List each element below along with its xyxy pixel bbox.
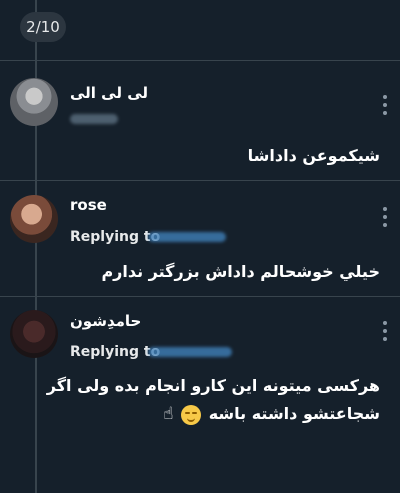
- divider: [0, 180, 400, 181]
- tweet-text-line: خيلي خوشحالم داداش بزرگتر ندارم: [101, 262, 380, 281]
- divider: [0, 296, 400, 297]
- more-options-icon[interactable]: [382, 95, 388, 115]
- author-handle[interactable]: [70, 114, 118, 124]
- pointing-up-icon: ☝: [163, 404, 174, 424]
- tweet-text-line: هرکسی میتونه این کارو انجام بده ولی اگر: [46, 376, 380, 395]
- media-counter: 2/10: [20, 12, 66, 42]
- avatar[interactable]: [10, 310, 58, 358]
- tweet-text: خيلي خوشحالم داداش بزرگتر ندارم: [101, 258, 380, 286]
- tweet-text: هرکسی میتونه این کارو انجام بده ولی اگر …: [47, 372, 380, 428]
- author-name[interactable]: حامدِشون: [70, 312, 141, 330]
- avatar[interactable]: [10, 195, 58, 243]
- replying-to-label: Replying to: [70, 229, 161, 245]
- relieved-face-icon: [181, 404, 202, 425]
- author-name[interactable]: لی لی الی: [70, 84, 148, 102]
- replying-to-handle[interactable]: [148, 347, 232, 357]
- tweet-text: شیکموعن داداشا: [248, 142, 380, 170]
- avatar[interactable]: [10, 78, 58, 126]
- author-name[interactable]: rose: [70, 196, 107, 214]
- thread-line: [35, 0, 37, 493]
- tweet-text-line: شجاعتشو داشته باشه: [208, 404, 380, 423]
- divider: [0, 60, 400, 61]
- tweet-text-line: شیکموعن داداشا: [247, 146, 380, 165]
- replying-to-label: Replying to: [70, 344, 161, 360]
- more-options-icon[interactable]: [382, 321, 388, 341]
- replying-to-handle[interactable]: [148, 232, 226, 242]
- more-options-icon[interactable]: [382, 207, 388, 227]
- tweet-text-line-with-emoji: شجاعتشو داشته باشه ☝: [47, 400, 380, 428]
